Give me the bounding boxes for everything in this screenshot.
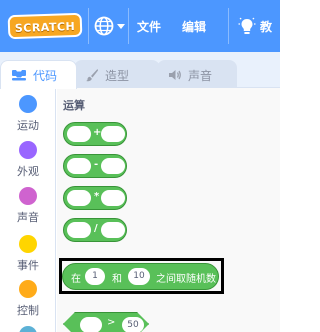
block-palette: 运算 + - * / 在 1 和 10 之间取随机数 > 50 <box>57 88 280 332</box>
tab-costumes-label: 造型 <box>105 68 130 83</box>
menu-bar: SCRATCH 文件 编辑 教 <box>0 0 280 52</box>
globe-icon[interactable] <box>94 16 114 36</box>
number-input[interactable] <box>101 190 125 206</box>
category-sensing[interactable] <box>0 326 56 332</box>
category-events[interactable]: 事件 <box>0 235 56 273</box>
category-sound[interactable]: 声音 <box>0 187 56 225</box>
edit-menu[interactable]: 编辑 <box>182 18 206 35</box>
category-dot <box>19 95 37 113</box>
category-dot <box>19 235 37 253</box>
file-menu[interactable]: 文件 <box>137 18 161 35</box>
code-icon <box>12 70 26 81</box>
category-label: 声音 <box>17 211 39 224</box>
number-input[interactable] <box>67 222 91 238</box>
paintbrush-icon <box>86 69 98 82</box>
category-dot <box>19 141 37 159</box>
number-input[interactable] <box>67 190 91 206</box>
tab-code-label: 代码 <box>33 68 58 83</box>
compare-value-input[interactable]: 50 <box>122 317 144 332</box>
number-input[interactable] <box>67 158 91 174</box>
editor-tabs: 代码 造型 声音 <box>0 52 280 89</box>
tab-code[interactable]: 代码 <box>0 60 77 89</box>
block-text: 在 <box>71 274 81 285</box>
compare-input[interactable] <box>80 317 102 332</box>
category-dot <box>19 326 37 332</box>
category-label: 外观 <box>17 165 39 178</box>
scratch-editor: SCRATCH 文件 编辑 教 代码 造型 声音 运动 外观 声音 事件 控制 … <box>0 0 280 332</box>
number-input[interactable] <box>101 222 125 238</box>
operator-symbol: * <box>94 191 100 202</box>
divide-block[interactable]: / <box>63 218 127 242</box>
tutorials-menu[interactable]: 教 <box>260 18 272 35</box>
tab-sounds-label: 声音 <box>188 68 213 83</box>
category-control[interactable]: 控制 <box>0 280 56 318</box>
scratch-logo[interactable]: SCRATCH <box>7 12 83 40</box>
from-input[interactable]: 1 <box>85 268 105 285</box>
tab-sounds[interactable]: 声音 <box>157 60 237 89</box>
chevron-down-icon[interactable] <box>117 24 125 29</box>
section-title: 运算 <box>63 99 85 112</box>
subtract-block[interactable]: - <box>63 154 127 178</box>
multiply-block[interactable]: * <box>63 186 127 210</box>
category-label: 运动 <box>17 119 39 132</box>
pick-random-block[interactable]: 在 1 和 10 之间取随机数 <box>62 263 219 290</box>
menu-divider <box>128 8 129 44</box>
category-label: 控制 <box>17 304 39 317</box>
menu-divider <box>88 8 89 44</box>
speaker-icon <box>169 70 181 80</box>
number-input[interactable] <box>101 158 125 174</box>
category-dot <box>19 187 37 205</box>
block-text: 和 <box>112 274 122 285</box>
to-input[interactable]: 10 <box>128 268 150 285</box>
lightbulb-icon[interactable] <box>238 16 256 36</box>
tab-costumes[interactable]: 造型 <box>74 60 160 89</box>
number-input[interactable] <box>67 126 91 142</box>
operator-symbol: > <box>107 317 116 328</box>
operator-symbol: - <box>94 159 99 170</box>
add-block[interactable]: + <box>63 122 127 146</box>
category-label: 事件 <box>17 259 39 272</box>
operator-symbol: / <box>94 223 98 234</box>
number-input[interactable] <box>101 126 125 142</box>
category-menu: 运动 外观 声音 事件 控制 <box>0 88 56 332</box>
category-motion[interactable]: 运动 <box>0 95 56 133</box>
menu-divider <box>228 8 229 44</box>
greater-than-block[interactable]: > 50 <box>63 312 149 332</box>
block-text: 之间取随机数 <box>156 274 216 285</box>
category-looks[interactable]: 外观 <box>0 141 56 179</box>
category-dot <box>19 280 37 298</box>
